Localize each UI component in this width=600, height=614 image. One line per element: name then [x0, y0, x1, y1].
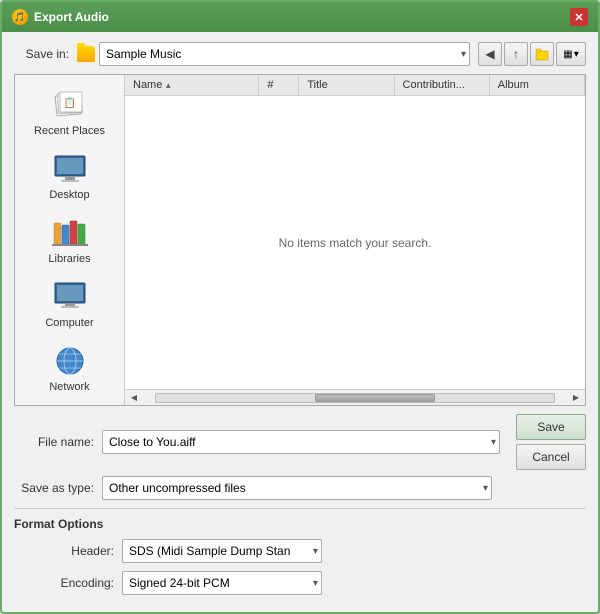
new-folder-button[interactable]	[530, 42, 554, 66]
desktop-icon	[52, 151, 88, 187]
col-name-label: Name	[133, 79, 162, 91]
title-bar-left: 🎵 Export Audio	[12, 9, 109, 25]
nav-buttons: ◀ ↑ ▦ ▾	[478, 42, 586, 66]
save-in-select[interactable]: Sample Music	[99, 42, 470, 66]
header-format-row: Header: SDS (Midi Sample Dump Stan WAV A…	[14, 539, 586, 563]
format-options-section: Format Options Header: SDS (Midi Sample …	[14, 508, 586, 603]
sidebar-item-network-label: Network	[49, 381, 89, 393]
header-format-label: Header:	[44, 544, 114, 558]
encoding-select[interactable]: Signed 24-bit PCM Signed 16-bit PCM Unsi…	[122, 571, 322, 595]
save-in-label: Save in:	[14, 47, 69, 61]
save-as-type-row: Save as type: Other uncompressed files M…	[14, 476, 586, 500]
bottom-fields: File name: Close to You.aiff ▾ Save Canc…	[14, 414, 586, 500]
sidebar-item-recent-places-label: Recent Places	[34, 125, 105, 137]
header-select[interactable]: SDS (Midi Sample Dump Stan WAV AIFF AU	[122, 539, 322, 563]
file-name-label: File name:	[14, 435, 94, 449]
col-title-label: Title	[307, 79, 327, 91]
col-contrib-label: Contributin...	[403, 79, 465, 91]
save-in-row: Save in: Sample Music ▾ ◀ ↑	[14, 42, 586, 66]
col-header-name[interactable]: Name ▲	[125, 75, 259, 95]
empty-message: No items match your search.	[279, 236, 432, 250]
col-header-number[interactable]: #	[259, 75, 299, 95]
up-button[interactable]: ↑	[504, 42, 528, 66]
sidebar-item-computer-label: Computer	[45, 317, 93, 329]
dialog-content: Save in: Sample Music ▾ ◀ ↑	[2, 32, 598, 613]
back-button[interactable]: ◀	[478, 42, 502, 66]
sidebar-item-libraries[interactable]: Libraries	[19, 211, 120, 269]
sidebar-item-desktop-label: Desktop	[49, 189, 89, 201]
col-header-title[interactable]: Title	[299, 75, 394, 95]
network-icon	[52, 343, 88, 379]
close-button[interactable]: ✕	[570, 8, 588, 26]
sort-arrow-name: ▲	[164, 81, 172, 90]
save-as-type-select[interactable]: Other uncompressed files MP3 Audio WAV A…	[102, 476, 492, 500]
action-buttons: Save Cancel	[516, 414, 586, 470]
folder-icon	[77, 46, 95, 62]
computer-icon	[52, 279, 88, 315]
views-arrow-icon: ▾	[574, 49, 579, 60]
cancel-button[interactable]: Cancel	[516, 444, 586, 470]
file-list-header: Name ▲ # Title Contributin... Album	[125, 75, 585, 96]
save-as-type-label: Save as type:	[14, 481, 94, 495]
file-name-select[interactable]: Close to You.aiff	[102, 430, 500, 454]
main-area: 📋 Recent Places Des	[14, 74, 586, 406]
file-list-content: No items match your search.	[125, 96, 585, 389]
libraries-icon	[52, 215, 88, 251]
dialog-title: Export Audio	[34, 10, 109, 24]
export-audio-dialog: 🎵 Export Audio ✕ Save in: Sample Music ▾…	[0, 0, 600, 614]
horizontal-scrollbar-area: ◀ ▶	[125, 389, 585, 405]
file-list-area: Name ▲ # Title Contributin... Album	[125, 75, 585, 405]
scroll-left-button[interactable]: ◀	[127, 391, 141, 405]
col-header-album[interactable]: Album	[490, 75, 585, 95]
sidebar-item-desktop[interactable]: Desktop	[19, 147, 120, 205]
folder-dropdown-wrapper: Sample Music ▾	[99, 42, 470, 66]
views-button[interactable]: ▦ ▾	[556, 42, 586, 66]
recent-places-icon: 📋	[52, 87, 88, 123]
file-name-wrapper: Close to You.aiff ▾	[102, 430, 500, 454]
encoding-format-row: Encoding: Signed 24-bit PCM Signed 16-bi…	[14, 571, 586, 595]
sidebar: 📋 Recent Places Des	[15, 75, 125, 405]
sidebar-item-network[interactable]: Network	[19, 339, 120, 397]
sidebar-item-computer[interactable]: Computer	[19, 275, 120, 333]
col-album-label: Album	[498, 79, 529, 91]
col-header-contributing[interactable]: Contributin...	[395, 75, 490, 95]
file-name-row: File name: Close to You.aiff ▾ Save Canc…	[14, 414, 586, 470]
header-select-wrapper: SDS (Midi Sample Dump Stan WAV AIFF AU ▾	[122, 539, 322, 563]
horizontal-scrollbar[interactable]	[155, 393, 555, 403]
sidebar-item-libraries-label: Libraries	[48, 253, 90, 265]
folder-select-wrapper: Sample Music ▾	[77, 42, 470, 66]
title-bar: 🎵 Export Audio ✕	[2, 2, 598, 32]
format-options-title: Format Options	[14, 517, 586, 531]
encoding-format-label: Encoding:	[44, 576, 114, 590]
save-button[interactable]: Save	[516, 414, 586, 440]
svg-text:📋: 📋	[63, 96, 75, 109]
save-as-type-wrapper: Other uncompressed files MP3 Audio WAV A…	[102, 476, 492, 500]
scrollbar-thumb[interactable]	[315, 394, 434, 402]
encoding-select-wrapper: Signed 24-bit PCM Signed 16-bit PCM Unsi…	[122, 571, 322, 595]
views-icon: ▦	[563, 49, 572, 60]
scroll-right-button[interactable]: ▶	[569, 391, 583, 405]
sidebar-item-recent-places[interactable]: 📋 Recent Places	[19, 83, 120, 141]
col-number-label: #	[267, 79, 273, 91]
app-icon: 🎵	[12, 9, 28, 25]
new-folder-icon	[535, 47, 549, 61]
